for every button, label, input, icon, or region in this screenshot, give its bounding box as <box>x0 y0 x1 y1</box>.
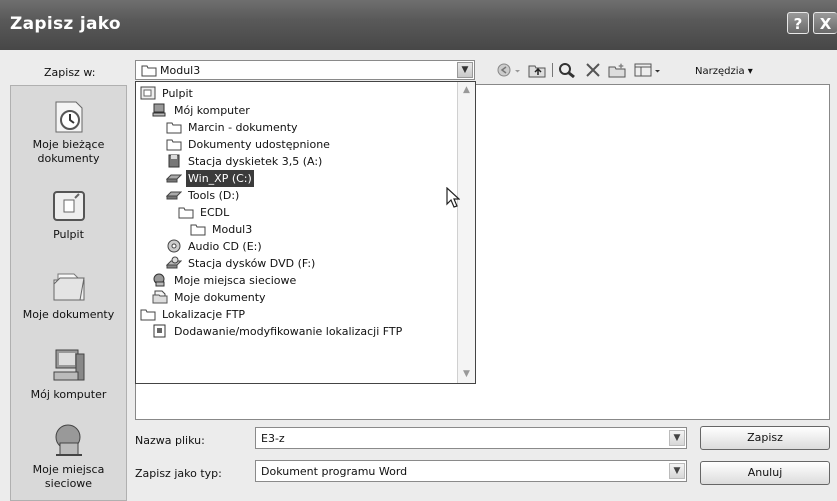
place-my-documents[interactable]: Moje dokumenty <box>11 266 126 322</box>
dropdown-scrollbar[interactable]: ▲ ▼ <box>457 82 475 383</box>
recent-documents-icon <box>55 101 82 133</box>
places-bar: Moje bieżące dokumenty Pulpit Moje dokum… <box>10 85 127 501</box>
my-documents-icon <box>53 273 85 301</box>
filetype-select[interactable]: Dokument programu Word ▼ <box>255 460 687 482</box>
dropdown-item-label: Audio CD (E:) <box>188 240 262 253</box>
ftp-add-icon <box>153 324 166 338</box>
close-button[interactable]: X <box>813 12 837 34</box>
computer-icon <box>152 103 166 117</box>
close-icon: X <box>819 15 832 33</box>
place-my-computer[interactable]: Mój komputer <box>11 346 126 402</box>
dropdown-item-label: Dodawanie/modyfikowanie lokalizacji FTP <box>174 325 403 338</box>
documents-icon <box>152 290 168 304</box>
folder-icon <box>178 207 194 219</box>
up-folder-icon[interactable] <box>528 62 546 78</box>
floppy-icon <box>168 154 180 168</box>
cancel-button-label: Anuluj <box>747 466 783 479</box>
drive-icon <box>166 174 182 183</box>
place-label: Mój komputer <box>30 388 107 401</box>
search-web-icon[interactable] <box>558 62 576 78</box>
toolbar-separator <box>552 63 553 77</box>
folder-icon <box>140 309 156 321</box>
folder-icon <box>166 122 182 134</box>
dropdown-item-label: Stacja dyskietek 3,5 (A:) <box>188 155 323 168</box>
dropdown-item-label: Stacja dysków DVD (F:) <box>188 257 316 270</box>
network-icon <box>153 273 165 287</box>
title-bar[interactable]: Zapisz jako ? X <box>0 0 837 50</box>
help-button[interactable]: ? <box>787 12 809 34</box>
save-in-dropdown-arrow[interactable]: ▼ <box>457 62 473 78</box>
mouse-cursor-icon <box>446 187 460 208</box>
back-icon[interactable] <box>496 62 514 78</box>
dvd-icon <box>166 256 182 269</box>
save-in-dropdown[interactable]: Pulpit Mój komputer Marcin - dokumenty D… <box>135 81 476 384</box>
save-in-combo[interactable]: Modul3 ▼ <box>135 60 475 80</box>
dropdown-item-label: Lokalizacje FTP <box>162 308 246 321</box>
dropdown-item-label: Marcin - dokumenty <box>188 121 298 134</box>
filename-label: Nazwa pliku: <box>135 434 205 447</box>
save-button[interactable]: Zapisz <box>700 426 830 450</box>
dropdown-item-label: Moje miejsca sieciowe <box>174 274 297 287</box>
delete-icon[interactable] <box>584 62 602 78</box>
filetype-label: Zapisz jako typ: <box>135 467 222 480</box>
scroll-up-icon[interactable]: ▲ <box>459 83 474 98</box>
dropdown-item-label: Win_XP (C:) <box>186 170 254 187</box>
views-dropdown-icon[interactable] <box>654 62 662 78</box>
back-dropdown-icon[interactable] <box>514 62 522 78</box>
filetype-dropdown-arrow[interactable]: ▼ <box>669 463 685 479</box>
folder-icon <box>166 139 182 151</box>
filename-value: E3-z <box>261 432 285 445</box>
drive-icon <box>166 191 182 200</box>
filename-dropdown-arrow[interactable]: ▼ <box>669 430 685 446</box>
place-network[interactable]: Moje miejsca sieciowe <box>11 421 126 491</box>
desktop-icon <box>140 86 156 100</box>
place-label: Pulpit <box>53 228 84 241</box>
dropdown-item-label: Moje dokumenty <box>174 291 266 304</box>
window-title: Zapisz jako <box>10 14 121 34</box>
my-computer-icon <box>53 349 84 381</box>
views-icon[interactable] <box>634 62 652 78</box>
dropdown-item-label: Tools (D:) <box>188 189 240 202</box>
save-in-label: Zapisz w: <box>44 66 96 79</box>
folder-icon <box>190 224 206 236</box>
scroll-down-icon[interactable]: ▼ <box>459 367 474 382</box>
cancel-button[interactable]: Anuluj <box>700 461 830 485</box>
folder-icon <box>141 65 157 77</box>
desktop-icon <box>52 191 85 221</box>
save-in-value: Modul3 <box>160 64 201 77</box>
place-desktop[interactable]: Pulpit <box>11 186 126 242</box>
save-button-label: Zapisz <box>747 431 783 444</box>
dropdown-item-label: Dokumenty udostępnione <box>188 138 330 151</box>
place-label: Moje dokumenty <box>22 308 115 321</box>
filename-field[interactable]: E3-z ▼ <box>255 427 687 449</box>
dropdown-item-label: Modul3 <box>212 223 253 236</box>
place-recent-documents[interactable]: Moje bieżące dokumenty <box>11 96 126 166</box>
network-places-icon <box>55 424 82 456</box>
place-label: Moje bieżące dokumenty <box>32 138 105 165</box>
tools-label: Narzędzia <box>695 66 745 77</box>
filetype-value: Dokument programu Word <box>261 465 408 478</box>
dropdown-item-label: Pulpit <box>162 87 193 100</box>
help-icon: ? <box>793 15 803 33</box>
tools-menu[interactable]: Narzędzia ▾ <box>695 66 753 77</box>
new-folder-icon[interactable] <box>608 62 626 78</box>
save-as-dialog: Zapisz jako ? X Zapisz w: Modul3 ▼ Narzę… <box>0 0 837 501</box>
place-label: Moje miejsca sieciowe <box>32 463 105 490</box>
cd-icon <box>167 239 181 253</box>
dropdown-item-label: ECDL <box>200 206 230 219</box>
dropdown-item-label: Mój komputer <box>174 104 250 117</box>
